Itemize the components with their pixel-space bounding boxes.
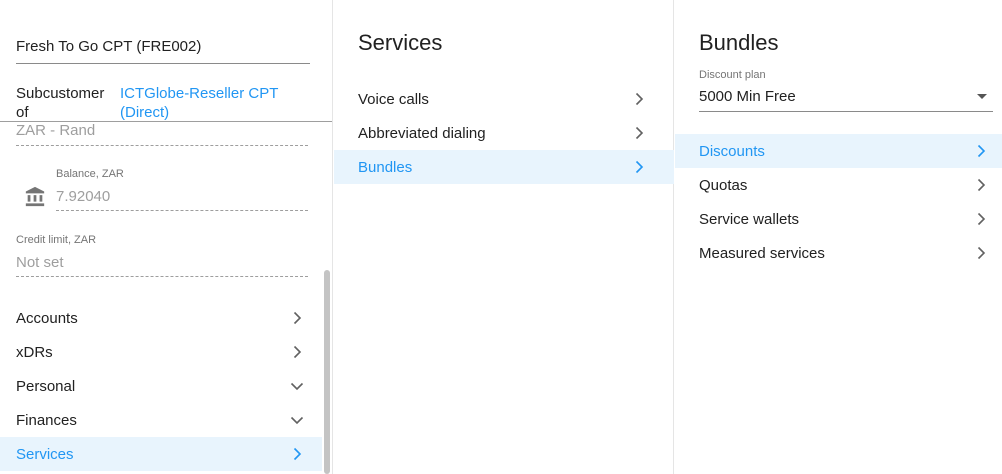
subcustomer-link[interactable]: ICTGlobe-Reseller CPT (Direct) [120,84,300,122]
sidebar-scrollbar[interactable] [324,270,330,474]
balance-label: Balance, ZAR [56,168,124,180]
chevron-right-icon [977,212,986,226]
list-item-label: Bundles [358,158,413,176]
balance-value: 7.92040 [56,188,308,211]
chevron-right-icon [977,246,986,260]
bundles-panel: Bundles Discount plan 5000 Min Free Disc… [675,0,1002,474]
sidebar-item-finances[interactable]: Finances [0,403,322,437]
bundles-item-measured-services[interactable]: Measured services [675,236,1002,270]
services-item-abbreviated-dialing[interactable]: Abbreviated dialing [334,116,674,150]
services-list: Voice calls Abbreviated dialing Bundles [334,82,674,184]
chevron-right-icon [977,178,986,192]
sidebar-item-label: Accounts [16,309,78,327]
bundles-item-quotas[interactable]: Quotas [675,168,1002,202]
discount-plan-value: 5000 Min Free [699,88,796,105]
chevron-right-icon [977,144,986,158]
currency-field: ZAR - Rand [16,122,308,146]
services-title: Services [358,30,443,55]
list-item-label: Discounts [699,142,765,160]
services-panel: Services Voice calls Abbreviated dialing… [334,0,674,474]
chevron-right-icon [635,92,644,106]
chevron-right-icon [293,311,302,325]
customer-panel: Fresh To Go CPT (FRE002) Subcustomer of … [0,0,333,474]
list-item-label: Measured services [699,244,825,262]
chevron-down-icon [290,416,304,425]
credit-limit-label: Credit limit, ZAR [16,234,97,246]
bundles-title: Bundles [699,30,779,55]
sidebar-item-label: Services [16,445,74,463]
list-item-label: Voice calls [358,90,429,108]
list-item-label: Quotas [699,176,748,194]
dropdown-caret-icon [977,94,987,99]
services-item-voice-calls[interactable]: Voice calls [334,82,674,116]
sidebar-item-services[interactable]: Services [0,437,322,471]
chevron-right-icon [293,447,302,461]
chevron-down-icon [290,382,304,391]
services-item-bundles[interactable]: Bundles [334,150,674,184]
sidebar-item-label: Finances [16,411,77,429]
chevron-right-icon [635,160,644,174]
sidebar-item-personal[interactable]: Personal [0,369,322,403]
sidebar-item-label: xDRs [16,343,53,361]
credit-limit-value: Not set [16,254,308,277]
bundles-item-service-wallets[interactable]: Service wallets [675,202,1002,236]
bundles-list: Discounts Quotas Service wallets Measure… [675,134,1002,270]
subcustomer-label: Subcustomer of [16,85,105,121]
sidebar-item-accounts[interactable]: Accounts [0,301,322,335]
list-item-label: Abbreviated dialing [358,124,486,142]
chevron-right-icon [635,126,644,140]
bank-icon [25,186,45,207]
sidebar-item-xdrs[interactable]: xDRs [0,335,322,369]
chevron-right-icon [293,345,302,359]
customer-name-field[interactable]: Fresh To Go CPT (FRE002) [16,38,310,64]
discount-plan-label: Discount plan [699,69,766,81]
sidebar-nav: Accounts xDRs Personal Finances Services [0,301,322,471]
list-item-label: Service wallets [699,210,800,228]
sidebar-item-label: Personal [16,377,76,395]
discount-plan-select[interactable]: 5000 Min Free [699,88,993,112]
bundles-item-discounts[interactable]: Discounts [675,134,1002,168]
